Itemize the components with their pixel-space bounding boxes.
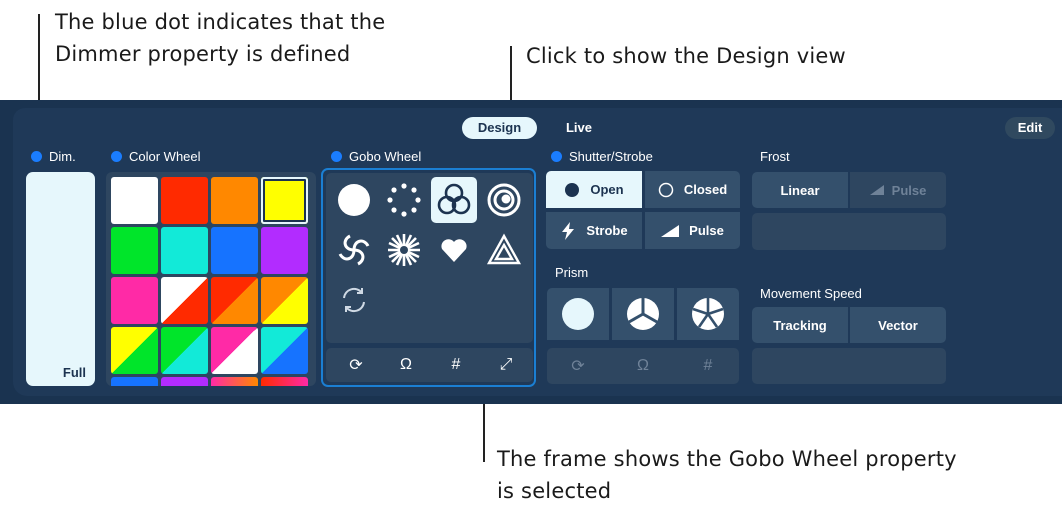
shutter-strobe-label: Strobe [586,223,628,238]
color-swatch-blue[interactable] [211,227,258,274]
defined-dot-icon [31,151,42,162]
prism-open-icon [562,298,594,330]
ramp-icon [661,224,680,237]
gobo-trefoil-icon[interactable] [431,177,477,223]
color-swatch-magenta-white[interactable] [211,327,258,374]
color-swatch-partial-4[interactable] [261,377,308,386]
defined-dot-icon [331,151,342,162]
movement-empty-box [752,348,946,384]
prism-header: Prism [555,265,589,280]
prism-index-tool[interactable]: # [677,348,739,384]
design-view-button[interactable]: Design [462,117,537,139]
color-swatch-green[interactable] [111,227,158,274]
shutter-label: Shutter/Strobe [569,149,653,164]
frost-header: Frost [760,149,790,164]
color-wheel-label: Color Wheel [129,149,201,164]
color-swatch-orange-yellow[interactable] [261,277,308,324]
gobo-starburst-icon[interactable] [381,227,427,273]
gobo-swirl-icon[interactable] [331,227,377,273]
movement-speed-header: Movement Speed [760,286,862,301]
dimmer-header: Dim. [31,149,76,165]
frost-linear-button[interactable]: Linear [752,172,848,208]
gobo-rotate-tool[interactable]: ⟳ [331,348,381,382]
color-swatch-red-orange[interactable] [211,277,258,324]
gobo-expand-tool[interactable]: ⤢ [481,348,531,382]
frost-empty-box [752,213,946,250]
dimmer-value: Full [62,365,86,380]
color-swatch-white-red[interactable] [161,277,208,324]
shutter-closed-label: Closed [683,182,728,197]
shutter-open-button[interactable]: Open [546,171,642,208]
color-swatch-white[interactable] [111,177,158,224]
gobo-open-icon[interactable] [331,177,377,223]
shutter-header: Shutter/Strobe [551,149,653,165]
movement-vector-button[interactable]: Vector [850,307,946,343]
color-swatch-magenta[interactable] [111,277,158,324]
prism-5-facet-icon [692,298,724,330]
frost-pulse-button: Pulse [850,172,946,208]
prism-rotate-tool[interactable]: ⟳ [547,348,609,384]
prism-open-button[interactable] [547,288,609,340]
gobo-triangle-icon[interactable] [481,227,527,273]
live-view-button[interactable]: Live [554,117,604,139]
prism-3-facet-button[interactable] [612,288,674,340]
filled-circle-icon [565,182,580,197]
color-wheel-grid [106,172,316,386]
defined-dot-icon [111,151,122,162]
color-swatch-cyan-blue[interactable] [261,327,308,374]
dimmer-label: Dim. [49,149,76,164]
movement-tracking-button[interactable]: Tracking [752,307,848,343]
gobo-rotate-icon[interactable] [331,277,377,323]
shutter-closed-button[interactable]: Closed [645,171,740,208]
shutter-strobe-button[interactable]: Strobe [546,212,642,249]
annotation-design-view: Click to show the Design view [526,44,846,68]
color-swatch-green-cyan[interactable] [161,327,208,374]
gobo-wheel-label: Gobo Wheel [349,149,422,164]
gobo-shake-tool[interactable]: Ω [381,348,431,382]
lightning-icon [562,221,575,240]
prism-5-facet-button[interactable] [677,288,739,340]
empty-circle-icon [658,182,674,197]
edit-button[interactable]: Edit [1005,117,1055,139]
gobo-index-tool[interactable]: # [431,348,481,382]
shutter-open-label: Open [590,182,624,197]
dimmer-fader[interactable]: Full [26,172,95,386]
gobo-dots-icon[interactable] [381,177,427,223]
annotation-blue-dot-line2: Dimmer property is defined [55,42,351,66]
color-swatch-cyan[interactable] [161,227,208,274]
color-swatch-red[interactable] [161,177,208,224]
color-swatch-yellow[interactable] [261,177,308,224]
shutter-pulse-label: Pulse [689,223,724,238]
annotation-blue-dot-line1: The blue dot indicates that the [55,10,386,34]
prism-3-facet-icon [627,298,659,330]
color-swatch-partial-1[interactable] [111,377,158,386]
shutter-pulse-button[interactable]: Pulse [645,212,740,249]
color-swatch-purple[interactable] [261,227,308,274]
color-swatch-orange[interactable] [211,177,258,224]
color-swatch-partial-2[interactable] [161,377,208,386]
defined-dot-icon [551,151,562,162]
gobo-spiral-circle-icon[interactable] [481,177,527,223]
ramp-icon [869,185,884,195]
gobo-wheel-header: Gobo Wheel [331,149,421,165]
color-swatch-partial-3[interactable] [211,377,258,386]
frost-pulse-label: Pulse [891,182,927,198]
color-wheel-header: Color Wheel [111,149,201,165]
prism-shake-tool[interactable]: Ω [612,348,674,384]
color-swatch-yellow-green[interactable] [111,327,158,374]
gobo-heart-icon[interactable] [431,227,477,273]
annotation-gobo-line1: The frame shows the Gobo Wheel property [497,447,957,471]
